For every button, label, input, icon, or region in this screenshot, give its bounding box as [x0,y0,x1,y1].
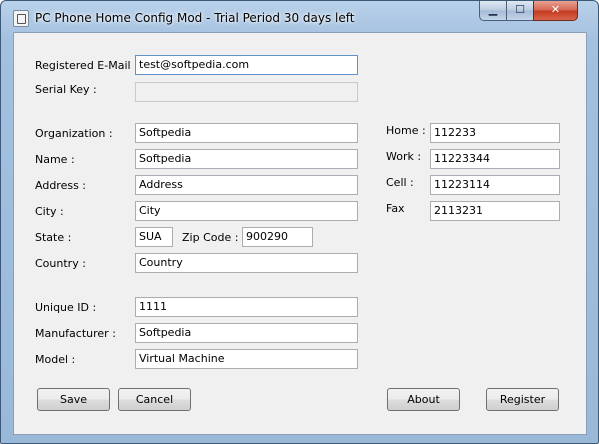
country-label: Country : [35,257,86,270]
model-label: Model : [35,353,76,366]
address-label: Address : [35,179,87,192]
zip-code-input[interactable]: 900290 [242,227,313,247]
app-window: PC Phone Home Config Mod - Trial Period … [0,0,599,444]
app-icon[interactable] [13,10,29,27]
register-button[interactable]: Register [486,388,559,411]
cell-phone-input[interactable]: 11223114 [430,175,560,195]
organization-label: Organization : [35,127,113,140]
model-input[interactable]: Virtual Machine [135,349,358,369]
city-label: City : [35,205,64,218]
country-input[interactable]: Country [135,253,358,273]
zip-code-label: Zip Code : [182,231,239,244]
cell-phone-label: Cell : [386,176,414,189]
home-phone-input[interactable]: 112233 [430,123,560,143]
about-button[interactable]: About [387,388,460,411]
name-label: Name : [35,153,75,166]
save-button[interactable]: Save [37,388,110,411]
serial-key-label: Serial Key : [35,83,97,96]
window-title: PC Phone Home Config Mod - Trial Period … [35,11,355,25]
home-phone-label: Home : [386,124,426,137]
manufacturer-label: Manufacturer : [35,327,116,340]
organization-input[interactable]: Softpedia [135,123,358,143]
address-input[interactable]: Address [135,175,358,195]
city-input[interactable]: City [135,201,358,221]
work-phone-label: Work : [386,150,422,163]
unique-id-label: Unique ID : [35,301,97,314]
unique-id-input[interactable]: 1111 [135,297,358,317]
title-bar[interactable]: PC Phone Home Config Mod - Trial Period … [1,1,598,33]
email-input[interactable]: test@softpedia.com [135,55,358,75]
form-panel: Registered E-Mail : test@softpedia.com S… [13,32,587,435]
minimize-button[interactable]: ▁ [479,1,507,21]
cancel-button[interactable]: Cancel [118,388,191,411]
work-phone-input[interactable]: 11223344 [430,149,560,169]
state-input[interactable]: SUA [135,227,173,247]
serial-key-input[interactable] [135,82,358,102]
state-label: State : [35,231,72,244]
fax-input[interactable]: 2113231 [430,201,560,221]
manufacturer-input[interactable]: Softpedia [135,323,358,343]
name-input[interactable]: Softpedia [135,149,358,169]
close-button[interactable]: ✕ [533,1,578,21]
fax-label: Fax [386,202,405,215]
email-label: Registered E-Mail : [35,59,138,72]
maximize-button[interactable]: ☐ [506,1,534,21]
